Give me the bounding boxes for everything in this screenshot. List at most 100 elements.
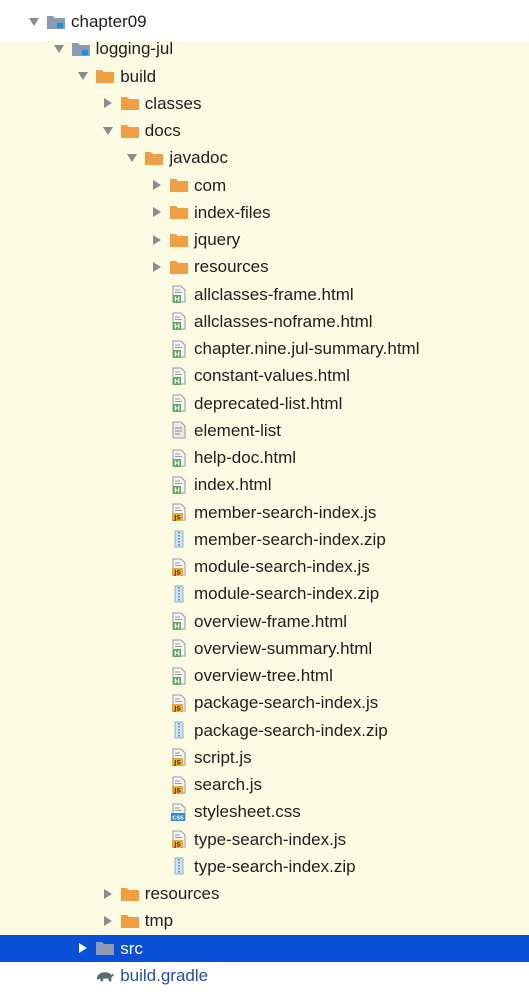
chevron-right-icon[interactable] <box>100 95 116 111</box>
arrow-spacer <box>149 477 165 493</box>
arrow-spacer <box>149 422 165 438</box>
tree-item-label: tmp <box>144 911 174 931</box>
tree-item-element-list[interactable]: element-list <box>0 417 529 444</box>
chevron-down-icon[interactable] <box>124 150 140 166</box>
js-file-icon: JS <box>169 830 189 848</box>
tree-item-jquery[interactable]: jquery <box>0 226 529 253</box>
tree-item-javadoc[interactable]: javadoc <box>0 144 529 171</box>
tree-item-label: package-search-index.zip <box>194 720 388 740</box>
svg-text:H: H <box>174 486 180 493</box>
tree-item-build-gradle[interactable]: build.gradle <box>0 962 529 989</box>
tree-item-label: type-search-index.zip <box>194 856 356 876</box>
arrow-spacer <box>149 341 165 357</box>
chevron-right-icon[interactable] <box>149 259 165 275</box>
tree-item-chapter-nine-jul-summary-html[interactable]: Hchapter.nine.jul-summary.html <box>0 335 529 362</box>
tree-item-classes[interactable]: classes <box>0 90 529 117</box>
tree-item-docs[interactable]: docs <box>0 117 529 144</box>
tree-item-label: module-search-index.zip <box>194 584 380 604</box>
tree-item-label: docs <box>144 121 181 140</box>
zip-file-icon <box>169 530 189 548</box>
tree-item-tmp[interactable]: tmp <box>0 907 529 934</box>
tree-item-logging-jul[interactable]: logging-jul <box>0 35 529 62</box>
folder-icon <box>120 886 140 902</box>
tree-item-type-search-index-zip[interactable]: type-search-index.zip <box>0 853 529 880</box>
chevron-right-icon[interactable] <box>149 232 165 248</box>
svg-text:H: H <box>174 677 180 684</box>
chevron-right-icon[interactable] <box>149 177 165 193</box>
tree-item-member-search-index-js[interactable]: JS member-search-index.js <box>0 499 529 526</box>
tree-item-stylesheet-css[interactable]: CSS stylesheet.css <box>0 798 529 825</box>
arrow-spacer <box>149 368 165 384</box>
folder-icon <box>120 123 140 139</box>
zip-file-icon <box>169 585 189 603</box>
arrow-spacer <box>149 313 165 329</box>
folder-icon <box>169 259 189 275</box>
tree-item-allclasses-noframe-html[interactable]: Hallclasses-noframe.html <box>0 308 529 335</box>
html-file-icon: H <box>169 612 189 630</box>
html-file-icon: H <box>169 476 189 494</box>
tree-item-package-search-index-js[interactable]: JS package-search-index.js <box>0 689 529 716</box>
tree-item-deprecated-list-html[interactable]: Hdeprecated-list.html <box>0 390 529 417</box>
html-file-icon: H <box>169 340 189 358</box>
svg-text:JS: JS <box>173 842 181 848</box>
text-file-icon <box>169 421 189 439</box>
tree-item-build[interactable]: build <box>0 63 529 90</box>
tree-item-module-search-index-js[interactable]: JS module-search-index.js <box>0 553 529 580</box>
folder-icon <box>144 150 164 166</box>
tree-item-resources[interactable]: resources <box>0 253 529 280</box>
svg-text:JS: JS <box>173 787 181 793</box>
tree-item-com[interactable]: com <box>0 172 529 199</box>
tree-item-src[interactable]: src <box>0 935 529 962</box>
css-file-icon: CSS <box>169 803 189 821</box>
arrow-spacer <box>149 858 165 874</box>
chevron-right-icon[interactable] <box>75 940 91 956</box>
tree-item-chapter09[interactable]: chapter09 <box>0 8 529 35</box>
chevron-right-icon[interactable] <box>100 886 116 902</box>
tree-item-label: module-search-index.js <box>194 557 370 576</box>
tree-item-index-files[interactable]: index-files <box>0 199 529 226</box>
tree-item-search-js[interactable]: JS search.js <box>0 771 529 798</box>
svg-text:H: H <box>174 323 180 330</box>
tree-item-package-search-index-zip[interactable]: package-search-index.zip <box>0 717 529 744</box>
tree-item-label: allclasses-frame.html <box>194 284 354 304</box>
arrow-spacer <box>149 613 165 629</box>
tree-item-overview-tree-html[interactable]: Hoverview-tree.html <box>0 662 529 689</box>
tree-item-label: jquery <box>194 230 241 249</box>
tree-item-type-search-index-js[interactable]: JS type-search-index.js <box>0 826 529 853</box>
tree-item-module-search-index-zip[interactable]: module-search-index.zip <box>0 580 529 607</box>
tree-item-member-search-index-zip[interactable]: member-search-index.zip <box>0 526 529 553</box>
folder-icon <box>120 95 140 111</box>
tree-item-help-doc-html[interactable]: Hhelp-doc.html <box>0 444 529 471</box>
folder-icon <box>120 913 140 929</box>
chevron-right-icon[interactable] <box>149 204 165 220</box>
tree-item-overview-summary-html[interactable]: Hoverview-summary.html <box>0 635 529 662</box>
tree-item-label: member-search-index.js <box>194 502 377 522</box>
tree-item-script-js[interactable]: JS script.js <box>0 744 529 771</box>
tree-item-label: constant-values.html <box>194 366 350 386</box>
chevron-down-icon[interactable] <box>26 14 42 30</box>
tree-item-label: index-files <box>194 202 271 222</box>
chevron-down-icon[interactable] <box>100 123 116 139</box>
js-file-icon: JS <box>169 694 189 712</box>
tree-item-index-html[interactable]: Hindex.html <box>0 471 529 498</box>
zip-file-icon <box>169 721 189 739</box>
tree-item-overview-frame-html[interactable]: Hoverview-frame.html <box>0 608 529 635</box>
arrow-spacer <box>149 504 165 520</box>
tree-item-constant-values-html[interactable]: Hconstant-values.html <box>0 362 529 389</box>
folder-icon <box>169 232 189 248</box>
js-file-icon: JS <box>169 558 189 576</box>
arrow-spacer <box>149 395 165 411</box>
folder-icon <box>169 204 189 220</box>
chevron-down-icon[interactable] <box>51 41 67 57</box>
tree-item-allclasses-frame-html[interactable]: Hallclasses-frame.html <box>0 281 529 308</box>
tree-item-label: overview-summary.html <box>194 638 373 658</box>
chevron-down-icon[interactable] <box>75 68 91 84</box>
chevron-right-icon[interactable] <box>100 913 116 929</box>
tree-item-label: deprecated-list.html <box>194 393 343 413</box>
tree-item-label: member-search-index.zip <box>194 529 386 549</box>
html-file-icon: H <box>169 312 189 331</box>
arrow-spacer <box>149 586 165 602</box>
svg-text:H: H <box>174 650 180 657</box>
tree-item-resources[interactable]: resources <box>0 880 529 907</box>
svg-text:JS: JS <box>173 569 181 575</box>
